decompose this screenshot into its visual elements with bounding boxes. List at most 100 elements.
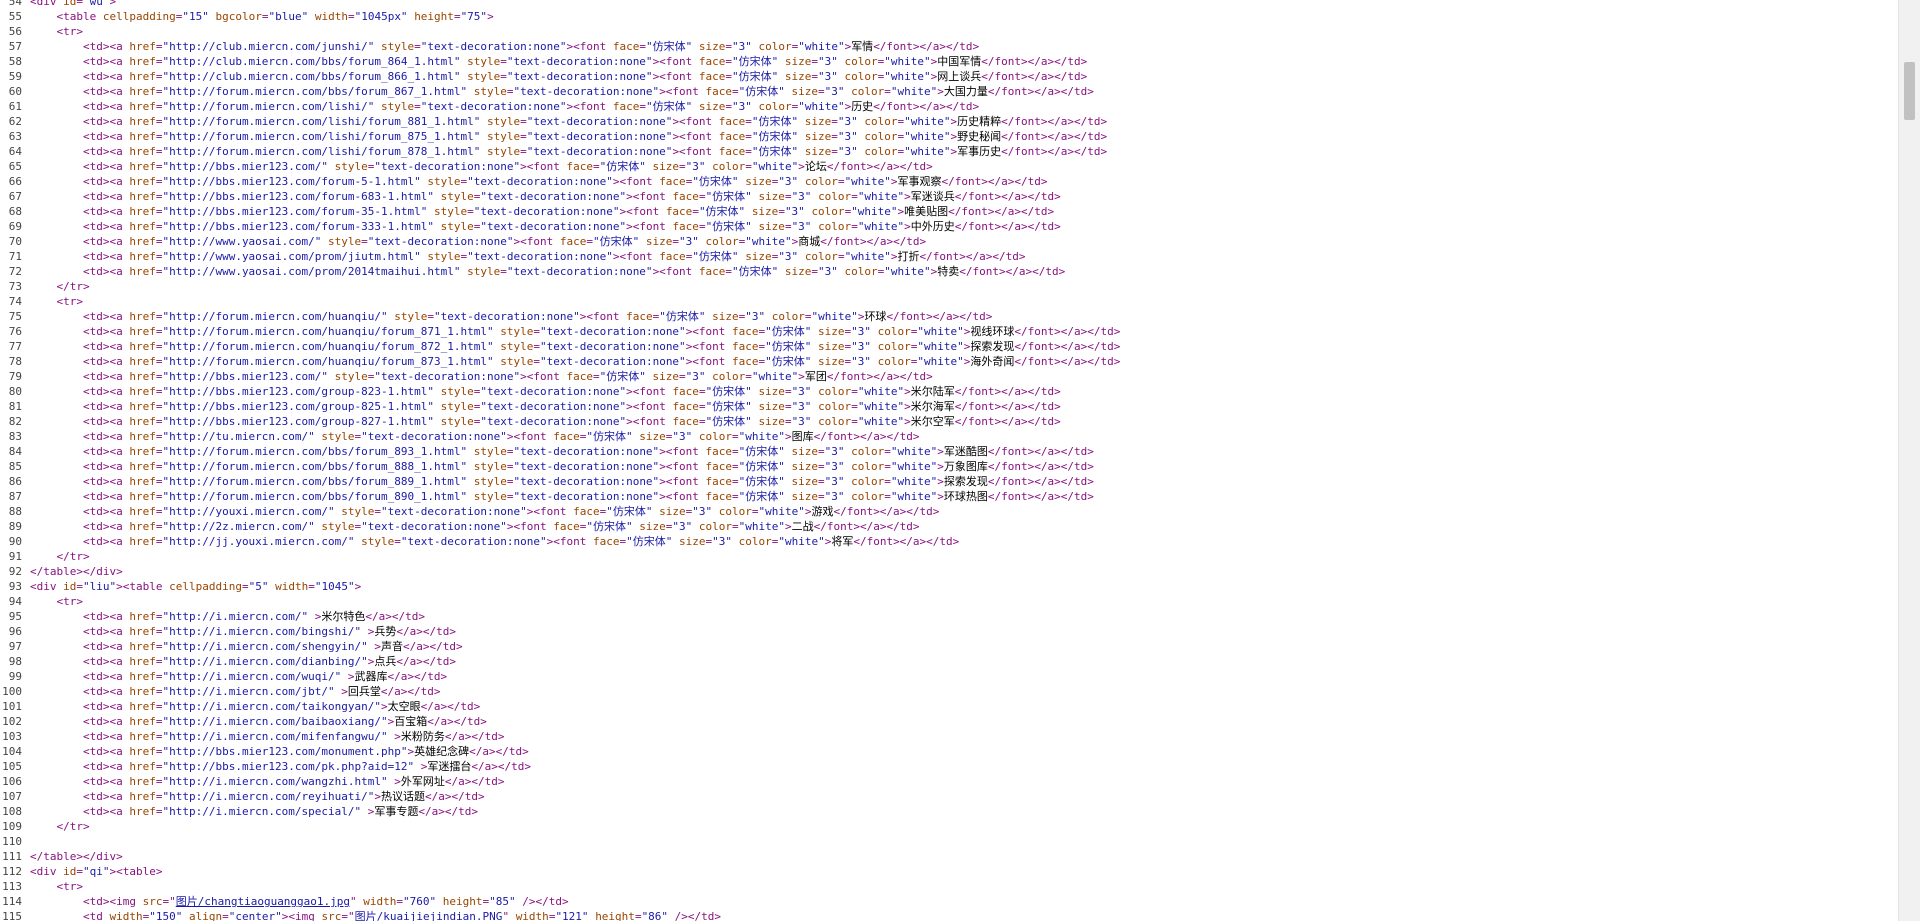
code-token: "white" — [751, 160, 799, 173]
code-token: </font></a></td> — [981, 70, 1088, 83]
code-token: href — [129, 265, 156, 278]
code-token: > — [798, 160, 805, 173]
code-token: "3" — [851, 340, 872, 353]
code-token: "http://forum.miercn.com/lishi/forum_875… — [162, 130, 481, 143]
code-token: = — [851, 220, 858, 233]
code-line: 69 <td><a href = "http://bbs.mier123.com/f… — [0, 219, 1898, 234]
code-token: href — [129, 610, 156, 623]
code-token: "3" — [784, 205, 805, 218]
code-token: color — [844, 265, 878, 278]
code-token: face — [705, 85, 733, 98]
code-token: "text-decoration:none" — [513, 475, 660, 488]
code-token: color — [718, 505, 752, 518]
code-token: color — [877, 355, 911, 368]
code-token: style — [473, 460, 507, 473]
vertical-scrollbar[interactable] — [1898, 0, 1920, 921]
code-token: href — [129, 535, 156, 548]
code-token: cellpadding — [169, 580, 242, 593]
code-token: "3" — [791, 220, 812, 233]
code-token: "3" — [837, 145, 858, 158]
code-token: size — [652, 370, 679, 383]
code-token: 军迷谈兵 — [910, 190, 955, 203]
code-token: = — [837, 175, 845, 188]
source-link[interactable]: 图片/kuaijiejindian.PNG — [355, 910, 503, 921]
line-code: <td><a href="http://bbs.mier123.com/pk.p… — [22, 759, 531, 774]
code-token: = — [732, 490, 739, 503]
scrollbar-thumb[interactable] — [1904, 62, 1915, 120]
line-number: 93 — [8, 580, 22, 593]
code-token: href — [129, 505, 156, 518]
line-number: 89 — [8, 520, 22, 533]
line-code: <td><a href="http://bbs.mier123.com/monu… — [22, 744, 529, 759]
code-token: size — [639, 520, 666, 533]
code-token: size — [791, 490, 819, 503]
code-token: <td><a — [82, 715, 130, 728]
code-token: "white" — [857, 220, 905, 233]
code-token: "3" — [745, 310, 766, 323]
code-token: "5" — [248, 580, 269, 593]
code-line: 115 <td width="150" align="center"><img … — [0, 909, 1898, 921]
code-token: bgcolor — [215, 10, 262, 23]
code-token: = — [831, 115, 838, 128]
code-token: 军迷擂台 — [427, 760, 472, 773]
code-token: </table></div> — [30, 565, 123, 578]
code-token: = — [745, 160, 752, 173]
code-token: href — [129, 385, 156, 398]
code-token: = — [222, 910, 229, 921]
code-token: face — [672, 385, 699, 398]
code-token: "white" — [857, 385, 905, 398]
code-token: href — [129, 220, 156, 233]
code-line: 75 <td><a href="http://forum.miercn.com/… — [0, 309, 1898, 324]
code-token: face — [705, 475, 733, 488]
code-token: size — [758, 190, 785, 203]
code-token: style — [440, 400, 474, 413]
code-token: size — [758, 385, 785, 398]
code-token: "http://www.yaosai.com/prom/jiutm.html" — [162, 250, 421, 263]
code-token: ><font — [659, 85, 706, 98]
code-token: face — [665, 205, 693, 218]
code-token: = — [884, 85, 891, 98]
code-token: 米尔陆军 — [910, 385, 955, 398]
line-code: </tr> — [22, 549, 90, 564]
code-token: <td><a — [82, 145, 130, 158]
code-token: href — [129, 160, 156, 173]
code-token: = — [884, 475, 891, 488]
code-token: 军团 — [804, 370, 827, 383]
code-token: face — [573, 505, 600, 518]
line-number: 92 — [8, 565, 22, 578]
line-number: 87 — [8, 490, 22, 503]
code-token: <td><a — [82, 175, 130, 188]
line-code: <td><a href="http://i.miercn.com/bingshi… — [22, 624, 456, 639]
code-token: "仿宋体" — [705, 190, 752, 203]
code-token: "121" — [555, 910, 589, 921]
line-code: <td><a href = "http://forum.miercn.com/hua… — [22, 339, 1120, 354]
code-token: "text-decoration:none" — [374, 370, 521, 383]
code-token: 兵势 — [374, 625, 397, 638]
line-number: 115 — [2, 910, 22, 921]
line-code: <td><a href="http://i.miercn.com/wuqi/" … — [22, 669, 447, 684]
code-token: 二战 — [791, 520, 814, 533]
code-token: = — [818, 460, 825, 473]
code-token: = — [698, 400, 706, 413]
code-token: "http://i.miercn.com/wuqi/" — [162, 670, 342, 683]
line-code: <td><a href = "http://tu.miercn.com/" styl… — [22, 429, 920, 444]
code-token: color — [698, 520, 732, 533]
source-link[interactable]: 图片/changtiaoguanggao1.jpg — [176, 895, 350, 908]
code-token: style — [440, 220, 474, 233]
code-token: <td><a — [82, 730, 130, 743]
code-token: "text-decoration:none" — [480, 385, 627, 398]
code-token: color — [818, 415, 852, 428]
line-code: <div id="qi"><table> — [22, 864, 162, 879]
